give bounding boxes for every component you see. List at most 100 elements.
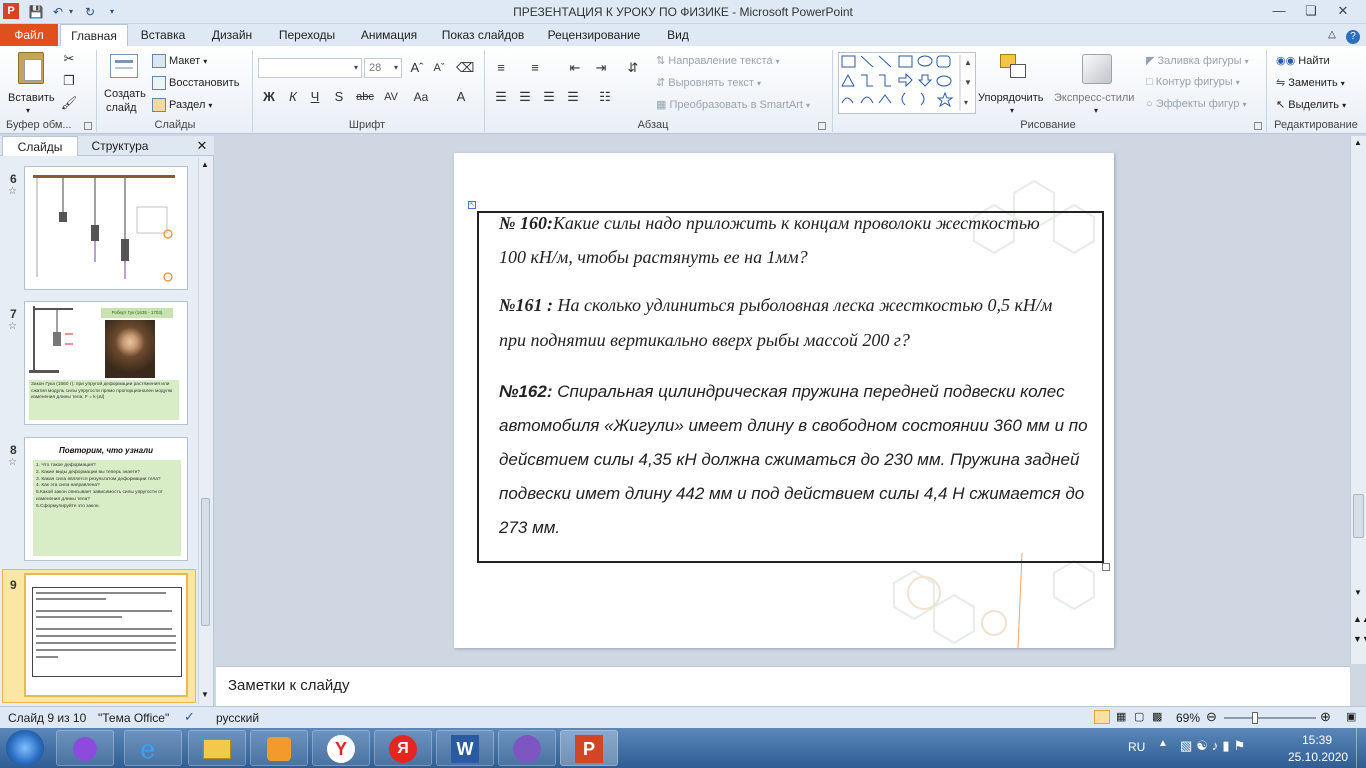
shrink-font-icon[interactable]: Aˇ xyxy=(430,59,448,77)
cut-icon[interactable]: ✂ xyxy=(60,50,78,68)
tab-transitions[interactable]: Переходы xyxy=(270,24,344,46)
taskbar-ie[interactable]: e xyxy=(124,730,182,766)
justify-icon[interactable]: ☰ xyxy=(564,88,582,106)
resize-handle[interactable] xyxy=(1102,563,1110,571)
taskbar-word[interactable]: W xyxy=(436,730,494,766)
shape-outline-button[interactable]: □ Контур фигуры ▾ xyxy=(1146,76,1240,88)
pane-scrollbar[interactable]: ▲ ▼ xyxy=(198,158,212,704)
previous-slide-icon[interactable]: ▲▲ xyxy=(1353,614,1366,624)
line-spacing-icon[interactable]: ⇵ xyxy=(624,59,642,77)
tab-view[interactable]: Вид xyxy=(656,24,700,46)
quick-styles-button[interactable]: Экспресс-стили ▾ xyxy=(1052,50,1140,116)
start-button[interactable] xyxy=(6,730,44,766)
drawing-launcher-icon[interactable] xyxy=(1254,122,1262,130)
zoom-level[interactable]: 69% xyxy=(1176,711,1200,725)
notes-pane[interactable]: Заметки к слайду xyxy=(216,666,1350,706)
align-text-button[interactable]: ⇵ Выровнять текст ▾ xyxy=(656,76,761,89)
pane-scroll-down-icon[interactable]: ▼ xyxy=(201,690,209,699)
normal-view-icon[interactable] xyxy=(1094,710,1110,724)
shape-fill-button[interactable]: ◤ Заливка фигуры ▾ xyxy=(1146,54,1249,67)
close-pane-icon[interactable]: ✕ xyxy=(194,136,210,156)
clipboard-launcher-icon[interactable] xyxy=(84,122,92,130)
arrange-button[interactable]: Упорядочить ▾ xyxy=(978,50,1050,116)
tray-expand-icon[interactable]: ▲ xyxy=(1158,738,1168,749)
tab-animation[interactable]: Анимация xyxy=(352,24,426,46)
align-right-icon[interactable]: ☰ xyxy=(540,88,558,106)
scroll-up-icon[interactable]: ▲ xyxy=(1354,138,1362,147)
taskbar-yandex-browser[interactable]: Y xyxy=(312,730,370,766)
slide-thumbnail-7[interactable]: Роберт Гук (1635 - 1703) Закон Гука (166… xyxy=(24,301,188,425)
text-direction-button[interactable]: ⇅ Направление текста ▾ xyxy=(656,54,780,67)
slide-thumbnail-6[interactable] xyxy=(24,166,188,290)
minimize-button[interactable]: — xyxy=(1266,2,1292,20)
taskbar-viber[interactable] xyxy=(498,730,556,766)
tab-slides-pane[interactable]: Слайды xyxy=(2,136,78,156)
tab-slideshow[interactable]: Показ слайдов xyxy=(434,24,532,46)
theme-name[interactable]: "Тема Office" xyxy=(98,711,169,725)
format-painter-icon[interactable]: 🖌 xyxy=(60,94,78,112)
bold-button[interactable]: Ж xyxy=(260,88,278,106)
slide-thumbnail-9[interactable] xyxy=(24,573,188,697)
font-size-combo[interactable]: 28 ▾ xyxy=(364,58,402,78)
fit-slide-icon[interactable]: ▣ xyxy=(1346,710,1356,723)
textbox-anchor-icon[interactable]: ⇱ xyxy=(468,201,476,209)
slide-scrollbar[interactable]: ▲ ▼ ▲▲ ▼▼ xyxy=(1350,136,1366,664)
font-name-combo[interactable]: ▾ xyxy=(258,58,362,78)
font-color-button[interactable]: A xyxy=(452,88,470,106)
reading-view-icon[interactable]: ▢ xyxy=(1134,710,1144,723)
scroll-thumb[interactable] xyxy=(1353,494,1364,538)
tray-icons[interactable]: ▧☯♪▮⚑ xyxy=(1180,738,1249,754)
problems-textbox[interactable]: № 160:Какие силы надо приложить к концам… xyxy=(477,211,1104,563)
find-button[interactable]: ◉◉ Найти xyxy=(1276,54,1330,67)
shadow-button[interactable]: S xyxy=(330,88,348,106)
language[interactable]: русский xyxy=(216,711,259,725)
decrease-indent-icon[interactable]: ⇤ xyxy=(566,59,584,77)
scroll-down-icon[interactable]: ▼ xyxy=(1354,588,1362,597)
replace-button[interactable]: ⇋ Заменить ▾ xyxy=(1276,76,1345,89)
numbering-icon[interactable]: ≡ xyxy=(526,59,544,77)
paragraph-launcher-icon[interactable] xyxy=(818,122,826,130)
zoom-in-icon[interactable]: ⊕ xyxy=(1320,709,1331,725)
taskbar-media-player[interactable] xyxy=(250,730,308,766)
copy-icon[interactable]: ❐ xyxy=(60,72,78,90)
slide-sorter-icon[interactable]: ▦ xyxy=(1116,710,1126,723)
tab-outline-pane[interactable]: Структура xyxy=(80,136,160,156)
slide-canvas[interactable]: ⇱ № 160:Какие силы надо приложить к конц… xyxy=(454,153,1114,648)
columns-icon[interactable]: ☷ xyxy=(596,88,614,106)
minimize-ribbon-icon[interactable]: △ xyxy=(1324,24,1340,46)
tab-design[interactable]: Дизайн xyxy=(204,24,260,46)
align-left-icon[interactable]: ☰ xyxy=(492,88,510,106)
taskbar-powerpoint[interactable]: P xyxy=(560,730,618,766)
tab-home[interactable]: Главная xyxy=(60,24,128,46)
pane-scroll-thumb[interactable] xyxy=(201,498,210,626)
taskbar-yandex[interactable]: Я xyxy=(374,730,432,766)
spellcheck-icon[interactable]: ✓ xyxy=(184,709,195,725)
tab-review[interactable]: Рецензирование xyxy=(540,24,648,46)
taskbar-explorer[interactable] xyxy=(188,730,246,766)
input-language[interactable]: RU xyxy=(1128,740,1145,754)
layout-button[interactable]: Макет ▾ xyxy=(152,54,207,68)
help-icon[interactable]: ? xyxy=(1344,24,1362,46)
slideshow-view-icon[interactable]: ▩ xyxy=(1152,710,1162,723)
reset-button[interactable]: Восстановить xyxy=(152,76,239,90)
paste-button[interactable]: Вставить ▾ xyxy=(6,50,58,116)
taskbar-alice[interactable] xyxy=(56,730,114,766)
restore-button[interactable]: ❏ xyxy=(1298,2,1324,20)
strikethrough-button[interactable]: abc xyxy=(354,88,376,106)
shapes-gallery[interactable]: ▲ ▼ ▾ xyxy=(838,52,976,114)
next-slide-icon[interactable]: ▼▼ xyxy=(1353,634,1366,644)
clock-date[interactable]: 25.10.2020 xyxy=(1288,750,1348,764)
clock-time[interactable]: 15:39 xyxy=(1302,733,1332,747)
bullets-icon[interactable]: ≡ xyxy=(492,59,510,77)
new-slide-button[interactable]: Создать слайд xyxy=(100,50,150,116)
select-button[interactable]: ↖ Выделить ▾ xyxy=(1276,98,1346,111)
shape-effects-button[interactable]: ○ Эффекты фигур ▾ xyxy=(1146,98,1247,110)
zoom-slider-thumb[interactable] xyxy=(1252,712,1258,724)
tab-file[interactable]: Файл xyxy=(0,24,58,46)
zoom-slider[interactable] xyxy=(1224,712,1316,724)
zoom-out-icon[interactable]: ⊖ xyxy=(1206,709,1217,725)
smartart-button[interactable]: ▦ Преобразовать в SmartArt ▾ xyxy=(656,98,810,111)
char-spacing-button[interactable]: AV xyxy=(380,88,402,106)
italic-button[interactable]: К xyxy=(284,88,302,106)
close-button[interactable]: ✕ xyxy=(1330,2,1356,20)
